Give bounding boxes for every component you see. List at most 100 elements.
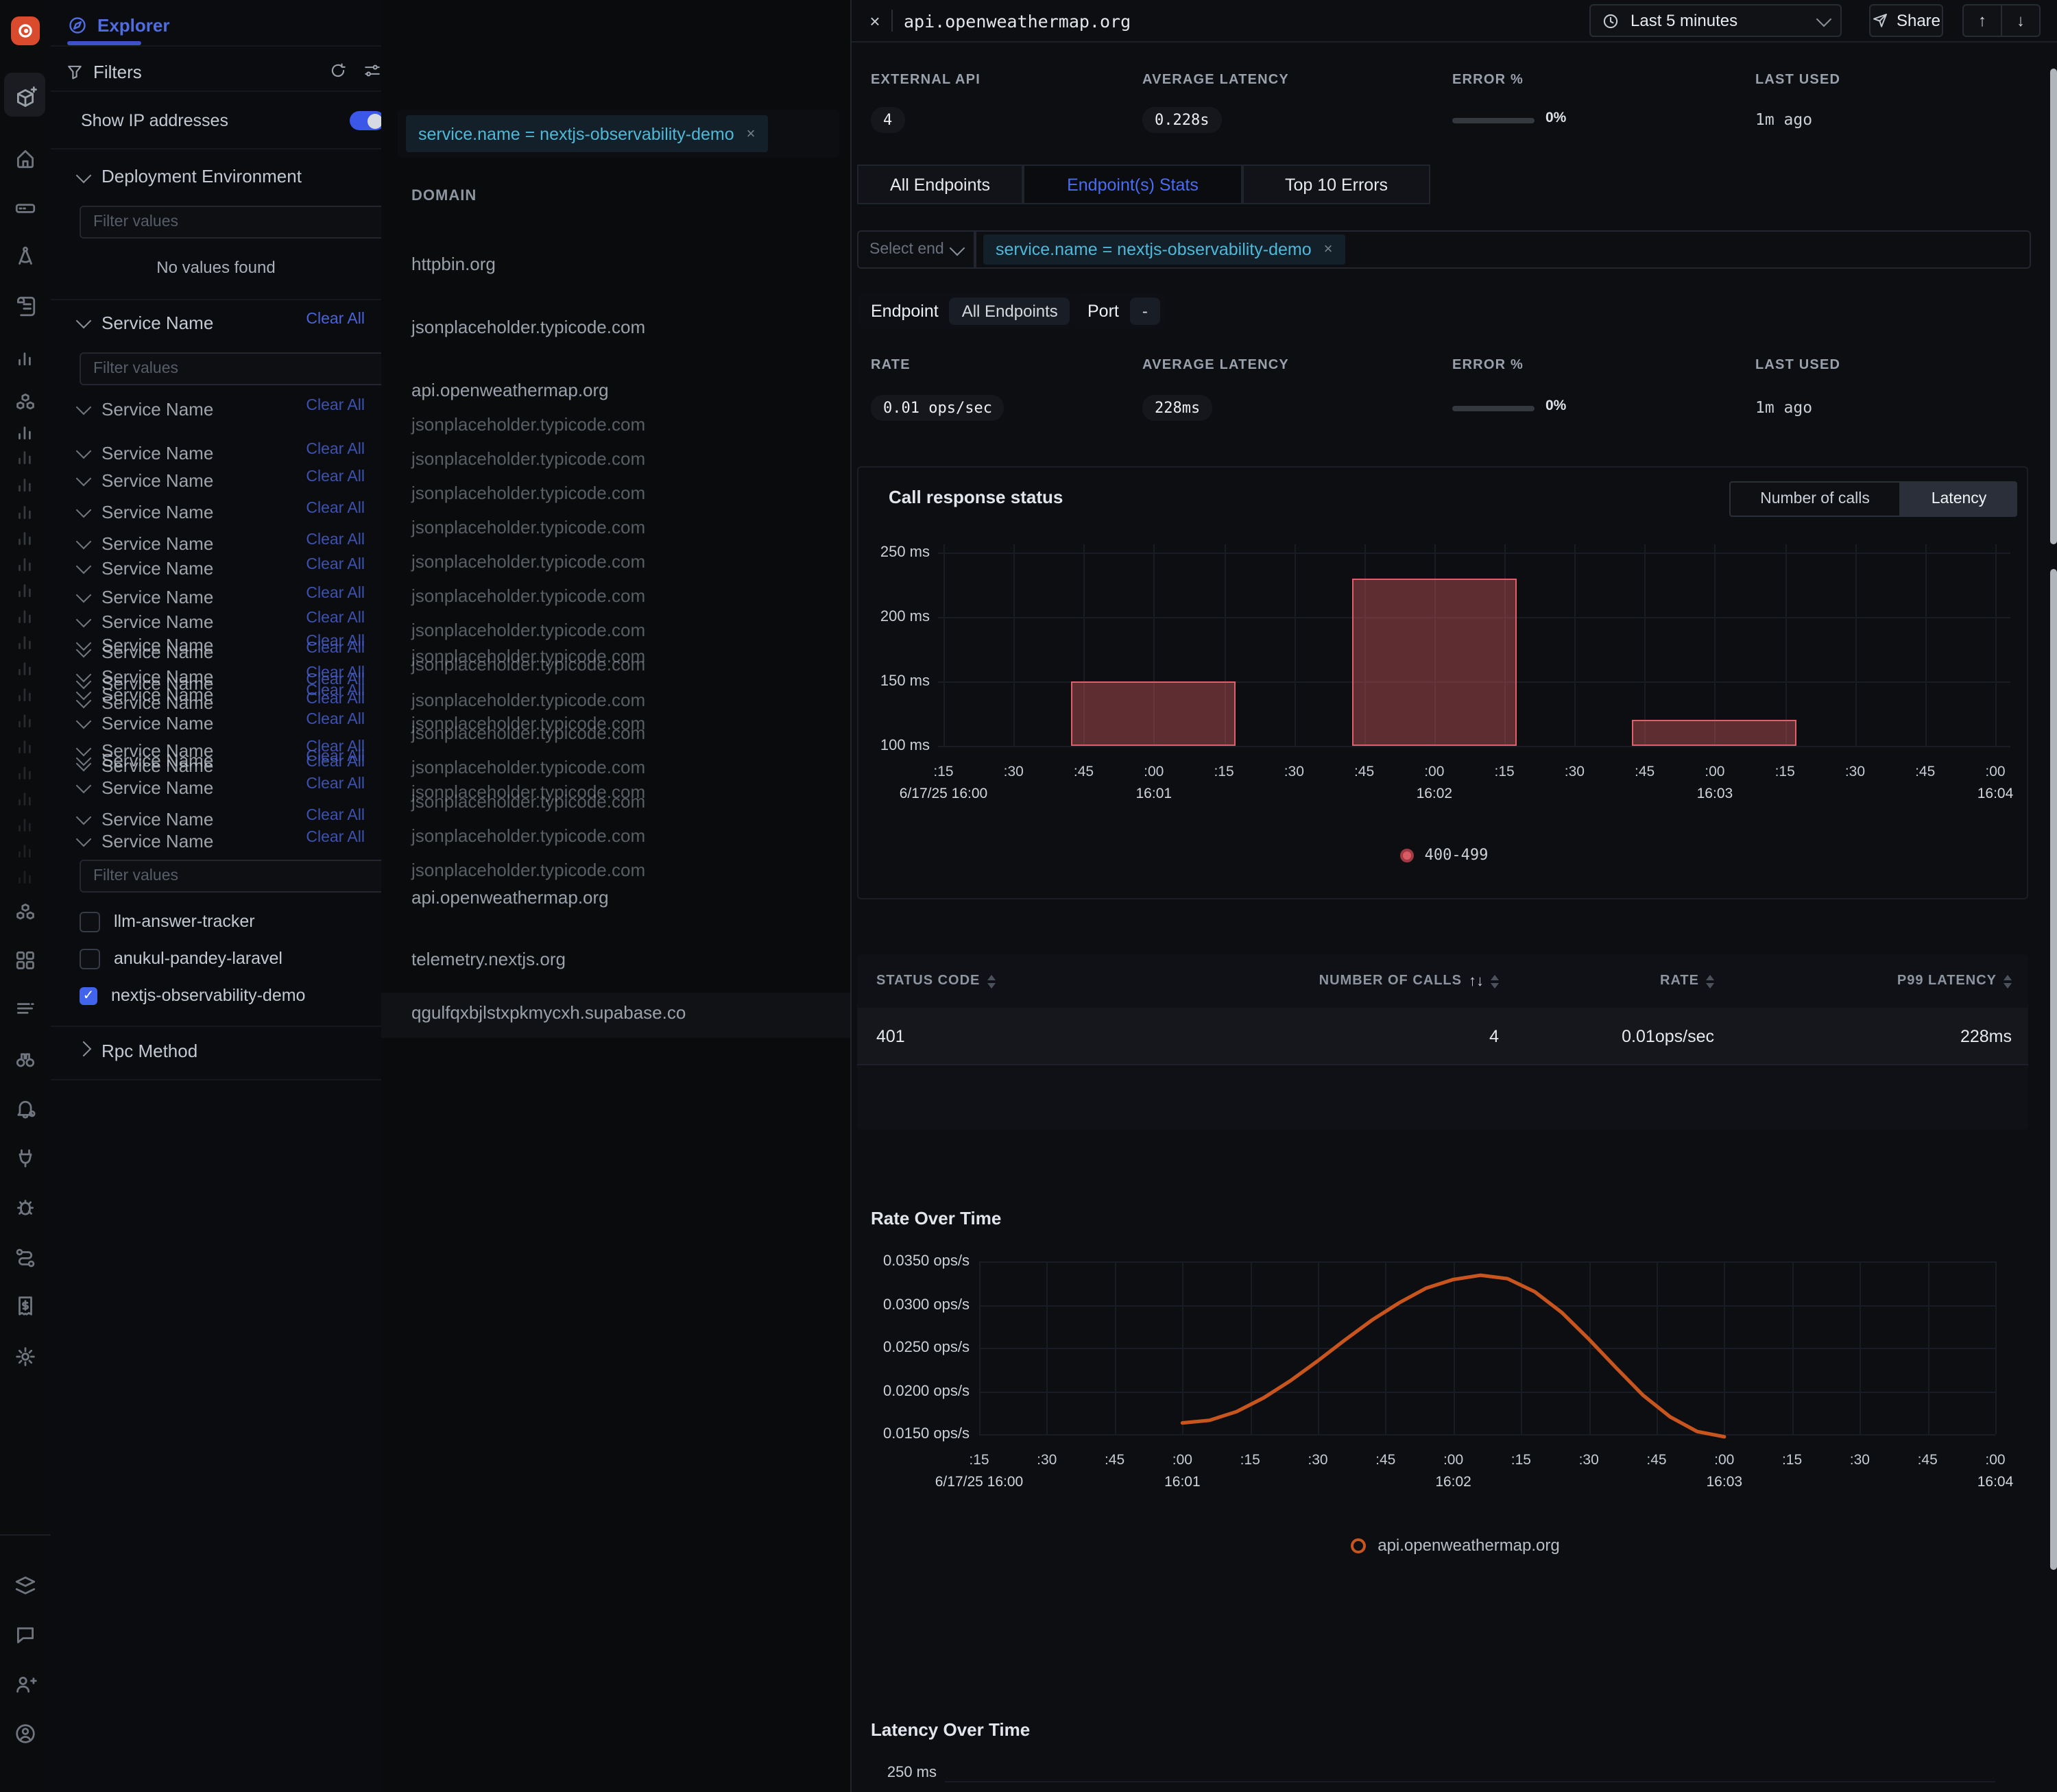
sidebar-item-bell[interactable] xyxy=(11,1094,38,1122)
chip-close-icon[interactable]: × xyxy=(1324,241,1333,258)
drawer-filter-chip[interactable]: service.name = nextjs-observability-demo… xyxy=(983,234,1345,265)
service-name-label: Service Name xyxy=(101,777,214,797)
sidebar-item-user-plus[interactable] xyxy=(11,1670,38,1697)
sidebar-item-cubes[interactable] xyxy=(11,898,38,925)
time-range-select[interactable]: Last 5 minutes xyxy=(1589,4,1842,37)
send-icon xyxy=(1872,12,1888,29)
checkbox-unchecked[interactable] xyxy=(80,911,100,932)
sidebar-ghost-bar-chart xyxy=(11,469,38,496)
tab-all-endpoints[interactable]: All Endpoints xyxy=(857,165,1023,204)
tab-explorer[interactable]: Explorer xyxy=(67,8,170,41)
sidebar-item-gear[interactable] xyxy=(11,1342,38,1370)
table-row[interactable]: 401 4 0.01ops/sec 228ms xyxy=(857,1008,2028,1065)
toggle-number-of-calls[interactable]: Number of calls xyxy=(1729,481,1901,517)
scrollbar-thumb-lower[interactable] xyxy=(2050,569,2057,1570)
domain-row[interactable]: jsonplaceholder.typicode.com xyxy=(411,317,645,337)
chip-close-icon[interactable]: × xyxy=(747,125,756,142)
service-name-label: Service Name xyxy=(101,501,214,522)
sidebar-item-bug[interactable] xyxy=(11,1193,38,1220)
toggle-latency[interactable]: Latency xyxy=(1901,481,2017,517)
sidebar-item-logs[interactable] xyxy=(11,292,38,319)
domain-row[interactable]: httpbin.org xyxy=(411,254,496,274)
domain-row[interactable]: api.openweathermap.org xyxy=(411,887,609,908)
user-plus-icon xyxy=(13,1672,36,1695)
service-option-llm-answer-tracker[interactable]: llm-answer-tracker xyxy=(80,910,255,932)
cluster-icon xyxy=(13,390,36,413)
column-header-p99-latency[interactable]: P99 LATENCY xyxy=(1724,954,2012,1008)
service-name-section-row: Service Name xyxy=(75,585,213,607)
filters-refresh-button[interactable] xyxy=(329,62,348,81)
port-value-chip[interactable]: - xyxy=(1129,297,1160,324)
x-tick-label: :00 xyxy=(1985,764,2006,780)
sidebar-item-home[interactable] xyxy=(11,144,38,171)
nav-down-button[interactable]: ↓ xyxy=(2001,4,2041,37)
section-rpc-method[interactable]: Rpc Method xyxy=(75,1039,197,1061)
filters-settings-button[interactable] xyxy=(363,62,383,81)
bar-chart-icon xyxy=(13,603,36,626)
app-logo[interactable] xyxy=(11,16,40,45)
column-header-status-code[interactable]: STATUS CODE xyxy=(876,954,1151,1008)
clear-all-link[interactable]: Clear All xyxy=(306,311,365,328)
sidebar-item-compass-tool[interactable] xyxy=(11,243,38,270)
sidebar-item-list[interactable] xyxy=(11,994,38,1021)
sidebar-item-chat[interactable] xyxy=(11,1621,38,1648)
binoculars-icon xyxy=(13,1047,36,1070)
domain-row[interactable]: telemetry.nextjs.org xyxy=(411,949,566,969)
stat-mid-value: 0.01 ops/sec xyxy=(871,395,1005,421)
deployment-environment-label: Deployment Environment xyxy=(101,165,302,186)
x-date-label: 16:03 xyxy=(1706,1474,1743,1490)
tab-endpoint-s-stats[interactable]: Endpoint(s) Stats xyxy=(1023,165,1242,204)
bar-chart-icon xyxy=(13,471,36,494)
service-name-section-row: Service Name xyxy=(75,557,213,579)
stat-mid-errorbar-track xyxy=(1452,406,1535,411)
service-option-anukul-pandey-laravel[interactable]: anukul-pandey-laravel xyxy=(80,947,282,969)
sidebar-item-cluster[interactable] xyxy=(11,388,38,415)
bar-16:01:45-16:02:15 xyxy=(1351,578,1517,746)
sort-arrows-icon[interactable] xyxy=(987,974,996,988)
section-deployment-environment[interactable]: Deployment Environment xyxy=(75,165,302,186)
filter-chip-text: service.name = nextjs-observability-demo xyxy=(996,240,1312,259)
checkbox-checked[interactable]: ✓ xyxy=(80,986,97,1004)
stat-top-value-pill: 4 xyxy=(871,107,905,133)
sidebar-item-bar-chart[interactable] xyxy=(11,343,38,370)
scrollbar-thumb-upper[interactable] xyxy=(2050,69,2057,544)
plug-icon xyxy=(13,1146,36,1169)
domain-filter-chip[interactable]: service.name = nextjs-observability-demo… xyxy=(406,115,768,152)
tab-top-10-errors[interactable]: Top 10 Errors xyxy=(1242,165,1430,204)
column-header-number-of-calls[interactable]: NUMBER OF CALLS ↑↓ xyxy=(1225,954,1499,1008)
domain-row[interactable]: api.openweathermap.org xyxy=(411,380,609,400)
checkbox-unchecked[interactable] xyxy=(80,948,100,969)
sidebar-item-layers[interactable] xyxy=(11,1571,38,1599)
column-header-rate[interactable]: RATE xyxy=(1515,954,1714,1008)
service-name-section-row[interactable]: Service Name xyxy=(75,311,213,333)
sort-arrows-icon[interactable] xyxy=(2004,974,2012,988)
sort-arrows-icon[interactable] xyxy=(1491,974,1499,988)
endpoint-value-chip[interactable]: All Endpoints xyxy=(949,297,1070,324)
deployment-filter-input[interactable]: Filter values xyxy=(80,206,385,239)
y-gridline xyxy=(945,1781,1995,1782)
sidebar-item-package-plus[interactable] xyxy=(11,84,38,111)
sidebar-item-plug[interactable] xyxy=(11,1143,38,1171)
share-button[interactable]: Share xyxy=(1869,4,1943,37)
endpoint-select[interactable]: Select endp... xyxy=(857,230,975,269)
domain-row[interactable]: qgulfqxbjlstxpkmycxh.supabase.co xyxy=(411,1002,686,1023)
sidebar-item-hard-drive[interactable] xyxy=(11,193,38,221)
sidebar-item-route[interactable] xyxy=(11,1244,38,1271)
service-option-nextjs-observability-demo[interactable]: ✓ nextjs-observability-demo xyxy=(80,984,305,1006)
service-filter-input-2[interactable]: Filter values xyxy=(80,860,385,893)
sidebar-item-user-circle[interactable] xyxy=(11,1719,38,1747)
show-ip-toggle[interactable] xyxy=(350,111,385,130)
list-icon xyxy=(13,996,36,1019)
column-header-label: RATE xyxy=(1660,973,1699,989)
sidebar-item-grid[interactable] xyxy=(11,946,38,973)
nav-up-button[interactable]: ↑ xyxy=(1962,4,2002,37)
sort-arrows-icon[interactable] xyxy=(1706,974,1714,988)
drawer-close-button[interactable]: × xyxy=(863,8,887,33)
service-filter-input[interactable]: Filter values xyxy=(80,352,385,385)
sidebar-item-bar-chart[interactable] xyxy=(11,417,38,444)
sidebar-item-binoculars[interactable] xyxy=(11,1045,38,1072)
chevron-down-icon xyxy=(75,557,92,574)
tab-explorer-label: Explorer xyxy=(97,14,170,35)
sidebar-item-receipt[interactable] xyxy=(11,1292,38,1319)
domain-row-ghost: jsonplaceholder.typicode.com xyxy=(411,517,646,537)
